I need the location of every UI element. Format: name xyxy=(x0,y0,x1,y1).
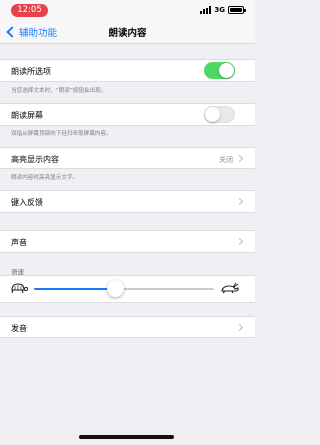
page-title: 朗读内容 xyxy=(108,28,147,39)
highlight-content-value: 关闭 xyxy=(219,156,233,164)
speaking-rate-fill xyxy=(34,288,115,290)
speak-screen-label: 朗读屏幕 xyxy=(11,111,43,120)
battery-icon xyxy=(228,6,246,14)
chevron-right-icon xyxy=(235,197,244,206)
speaking-rate-thumb[interactable] xyxy=(106,280,124,297)
status-indicators: 3G xyxy=(200,5,246,15)
chevron-right-icon xyxy=(235,154,244,163)
speak-screen-row: 朗读屏幕 xyxy=(0,103,255,126)
speak-selection-label: 朗读所选项 xyxy=(11,67,51,76)
pronunciations-label: 发音 xyxy=(11,324,27,333)
turtle-icon xyxy=(11,283,28,294)
toggle-knob xyxy=(219,63,234,78)
toggle-knob xyxy=(205,107,220,122)
highlight-content-label: 高亮显示内容 xyxy=(11,155,59,164)
chevron-right-icon xyxy=(235,237,244,246)
pronunciations-row[interactable]: 发音 xyxy=(0,316,255,338)
typing-feedback-label: 键入反馈 xyxy=(11,198,43,207)
speak-selection-toggle[interactable] xyxy=(204,62,235,79)
status-bar: 12:05 3G xyxy=(0,0,255,20)
hare-icon xyxy=(221,282,239,294)
highlight-content-footer: 朗读内容时高亮显示文字。 xyxy=(11,175,79,181)
home-indicator[interactable] xyxy=(79,435,174,439)
signal-icon xyxy=(200,6,212,14)
speak-selection-footer: 当您选择文本时，“朗读”按钮会出现。 xyxy=(11,88,107,94)
typing-feedback-row[interactable]: 键入反馈 xyxy=(0,190,255,213)
voices-label: 声音 xyxy=(11,238,27,247)
speak-selection-row: 朗读所选项 xyxy=(0,59,255,82)
speak-screen-footer: 双指从屏幕顶部向下轻扫听取屏幕内容。 xyxy=(11,131,112,137)
navigation-bar: 辅助功能 朗读内容 xyxy=(0,20,255,44)
status-time: 12:05 xyxy=(11,4,48,17)
highlight-content-row[interactable]: 高亮显示内容 关闭 xyxy=(0,147,255,169)
network-type: 3G xyxy=(214,6,225,14)
chevron-right-icon xyxy=(235,323,244,332)
speak-screen-toggle[interactable] xyxy=(204,106,235,123)
voices-row[interactable]: 声音 xyxy=(0,230,255,253)
speaking-rate-track[interactable] xyxy=(34,288,214,290)
